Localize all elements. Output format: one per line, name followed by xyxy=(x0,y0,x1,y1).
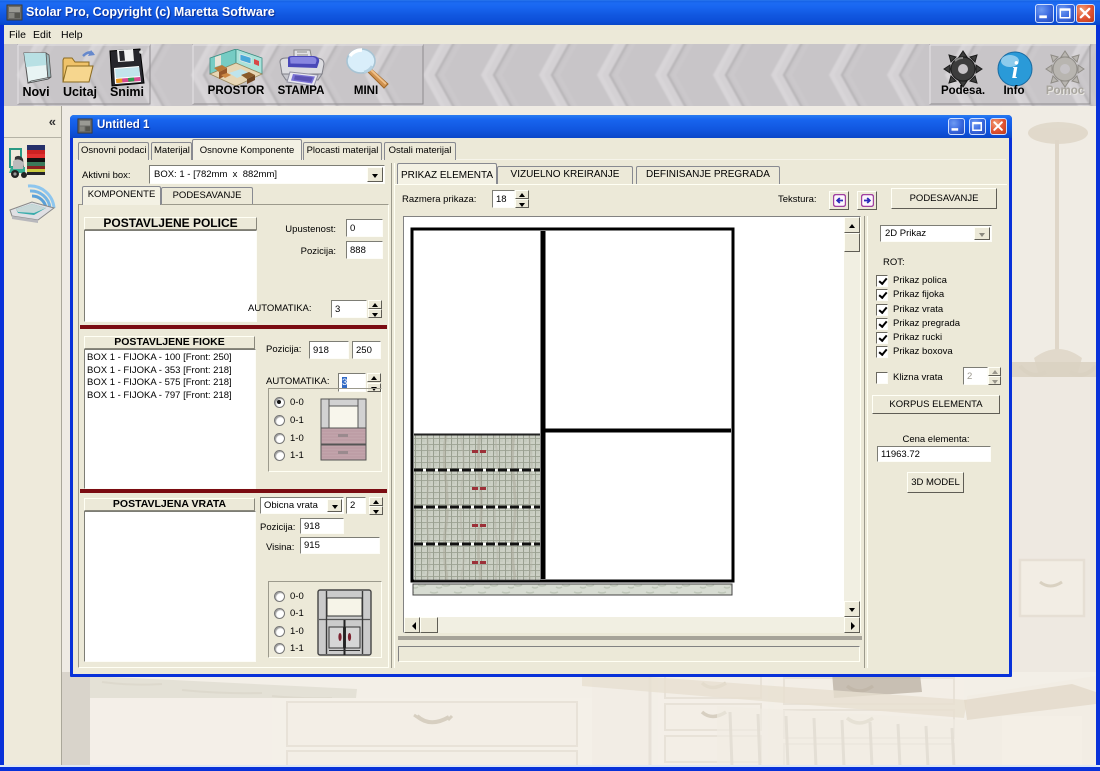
svg-text:i: i xyxy=(1012,58,1019,84)
